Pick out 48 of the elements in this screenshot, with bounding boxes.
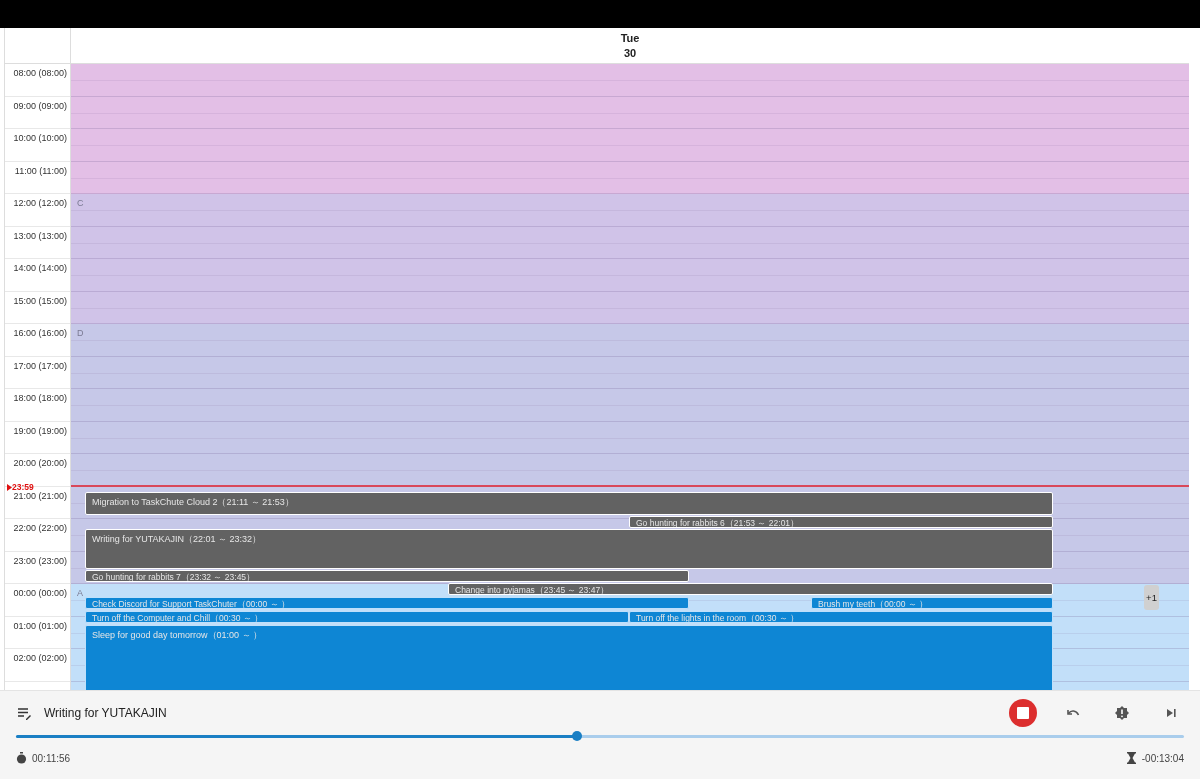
task-block[interactable]: Go hunting for rabbits 6（21:53 ～ 22:01） bbox=[629, 516, 1053, 528]
stop-button[interactable] bbox=[1009, 699, 1037, 727]
time-label: 02:00 (02:00) bbox=[13, 653, 67, 663]
progress-thumb[interactable] bbox=[571, 731, 582, 741]
time-label: 09:00 (09:00) bbox=[13, 100, 67, 111]
time-label: 22:00 (22:00) bbox=[13, 523, 67, 533]
time-label: 00:00 (00:00) bbox=[13, 588, 67, 598]
task-block[interactable]: Turn off the Computer and Chill（00:30 ～ ） bbox=[85, 611, 629, 623]
time-label: 19:00 (19:00) bbox=[13, 425, 67, 436]
weekday-label: Tue bbox=[620, 32, 640, 44]
section-letter: C bbox=[77, 198, 84, 208]
edit-list-icon[interactable] bbox=[16, 705, 32, 721]
time-label: 21:00 (21:00) bbox=[13, 490, 67, 501]
time-label: 20:00 (20:00) bbox=[13, 458, 67, 468]
time-label: 11:00 (11:00) bbox=[14, 165, 67, 176]
task-block[interactable]: Check Discord for Support TaskChuter（00:00 ～ ） bbox=[85, 597, 689, 609]
time-marker-icon bbox=[7, 483, 12, 491]
elapsed-time: 00:11:56 bbox=[32, 752, 71, 764]
task-block[interactable]: Brush my teeth（00:00 ～ ） bbox=[811, 597, 1053, 609]
time-label: 23:00 (23:00) bbox=[13, 555, 67, 566]
time-label: 16:00 (16:00) bbox=[13, 328, 67, 338]
more-tasks-badge[interactable]: +1 bbox=[1144, 585, 1159, 610]
hourglass-icon bbox=[1125, 752, 1137, 764]
task-block[interactable]: Writing for YUTAKAJIN（22:01 ～ 23:32） bbox=[85, 529, 1053, 569]
task-block[interactable]: Change into pyjamas（23:45 ～ 23:47） bbox=[448, 583, 1053, 595]
stopwatch-icon bbox=[16, 752, 27, 764]
section-letter: A bbox=[77, 588, 83, 598]
time-label: 01:00 (01:00) bbox=[13, 620, 67, 631]
current-time-label: 23:59 bbox=[12, 482, 34, 492]
current-task-title: Writing for YUTAKAJIN bbox=[44, 706, 168, 720]
task-block[interactable]: Sleep for good day tomorrow（01:00 ～ ） bbox=[85, 625, 1053, 690]
date-label: 30 bbox=[623, 47, 637, 59]
time-label: 13:00 (13:00) bbox=[13, 230, 67, 241]
time-label: 17:00 (17:00) bbox=[13, 360, 67, 371]
task-block[interactable]: Migration to TaskChute Cloud 2（21:11 ～ 21:53） bbox=[85, 492, 1053, 515]
time-label: 15:00 (15:00) bbox=[13, 295, 67, 306]
time-label: 10:00 (10:00) bbox=[13, 133, 67, 143]
task-block[interactable]: Turn off the lights in the room（00:30 ～ ） bbox=[629, 611, 1053, 623]
alert-icon bbox=[1114, 705, 1130, 721]
task-block[interactable]: Go hunting for rabbits 7（23:32 ～ 23:45） bbox=[85, 570, 689, 582]
time-label: 12:00 (12:00) bbox=[13, 198, 67, 208]
time-label: 14:00 (14:00) bbox=[13, 263, 67, 273]
time-label: 18:00 (18:00) bbox=[13, 393, 67, 403]
skip-next-icon bbox=[1165, 707, 1177, 719]
section-letter: D bbox=[77, 328, 84, 338]
stop-icon bbox=[1017, 707, 1029, 719]
time-label: 08:00 (08:00) bbox=[13, 68, 67, 78]
remaining-time: -00:13:04 bbox=[1141, 752, 1184, 764]
